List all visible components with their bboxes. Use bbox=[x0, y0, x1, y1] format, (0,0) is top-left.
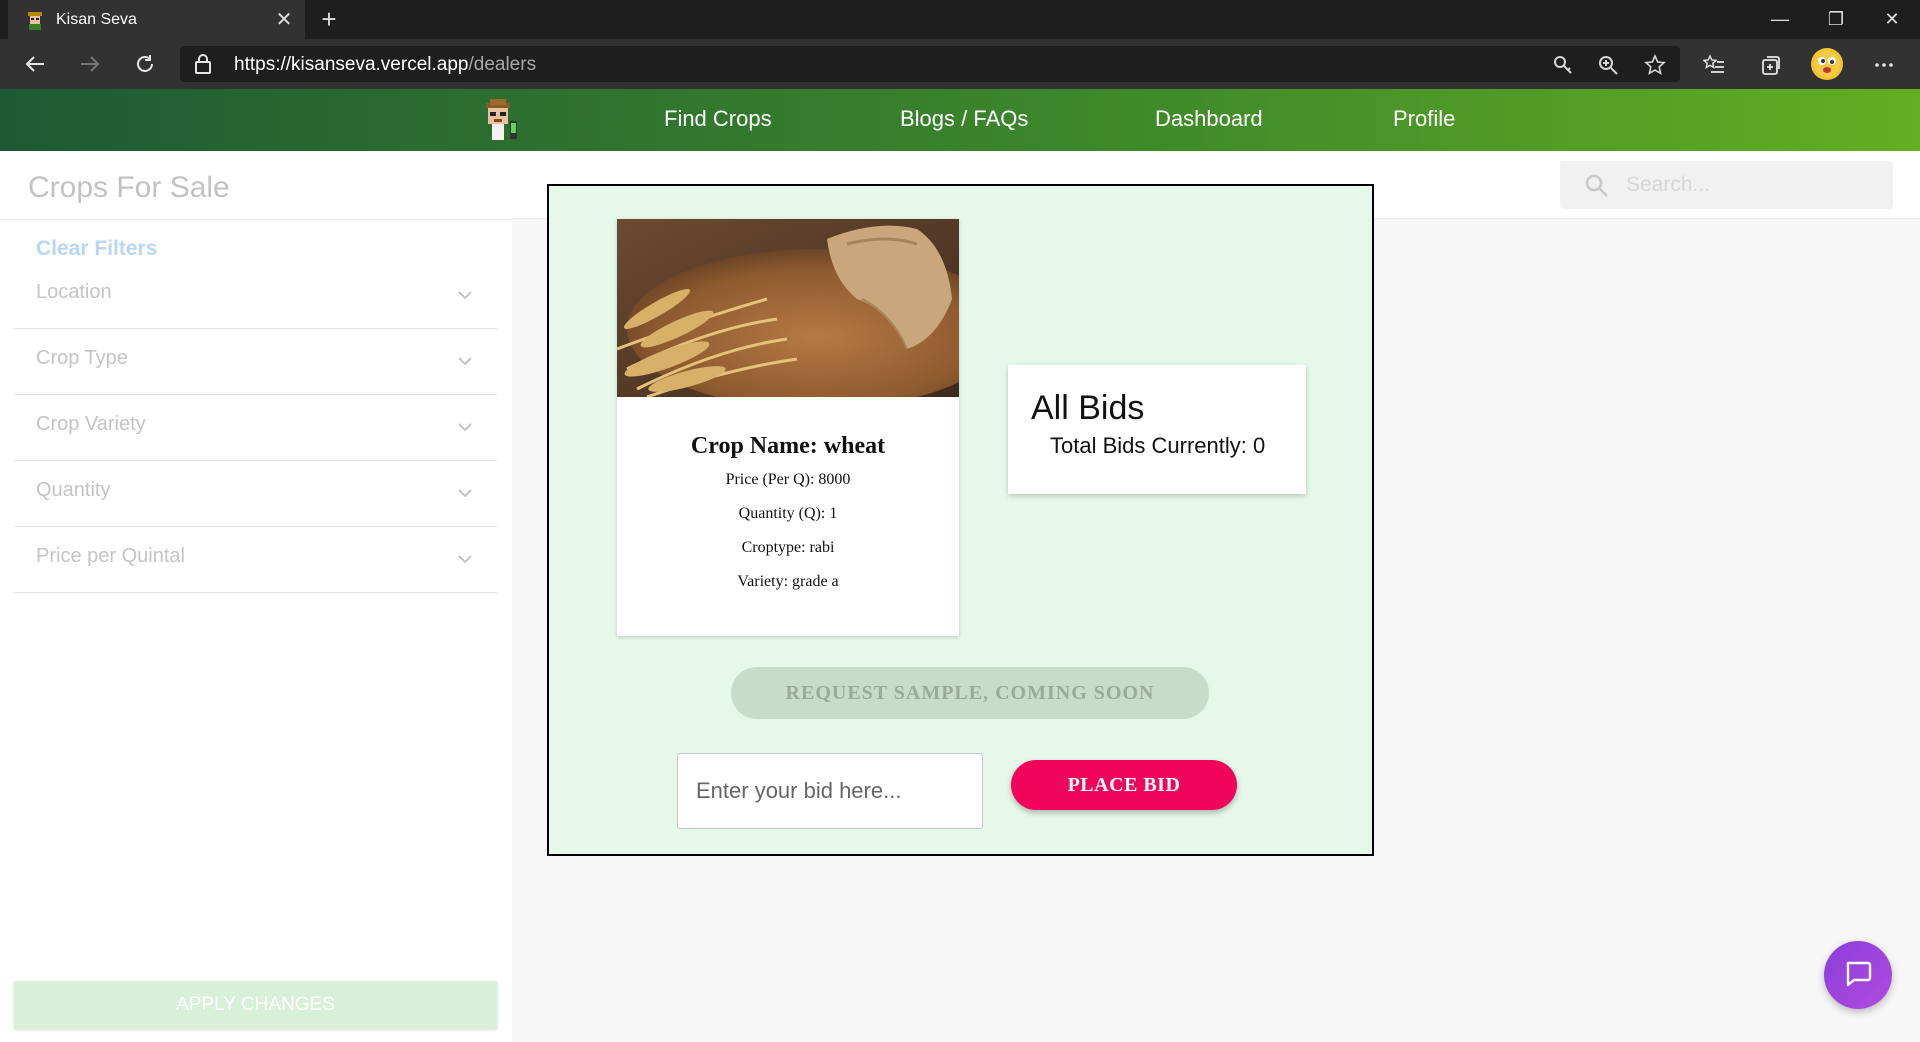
restore-button[interactable]: ❐ bbox=[1808, 0, 1864, 39]
favorites-list-icon[interactable] bbox=[1698, 49, 1730, 81]
browser-tab[interactable]: Kisan Seva ✕ bbox=[8, 0, 305, 39]
title-divider bbox=[0, 219, 512, 220]
chat-bubble-icon bbox=[1843, 958, 1873, 993]
filter-label: Crop Type bbox=[36, 347, 128, 369]
filter-label: Quantity bbox=[36, 479, 111, 501]
search-icon bbox=[1584, 173, 1610, 199]
search-input[interactable] bbox=[1626, 171, 1876, 199]
request-sample-button[interactable]: REQUEST SAMPLE, COMING SOON bbox=[731, 667, 1209, 719]
url-host: https://kisanseva.vercel.app bbox=[234, 54, 469, 75]
filter-location[interactable]: Location bbox=[14, 263, 497, 329]
back-arrow-icon[interactable] bbox=[18, 47, 52, 81]
key-icon[interactable] bbox=[1549, 51, 1577, 79]
farmer-favicon-icon bbox=[24, 9, 46, 31]
nav-profile[interactable]: Profile bbox=[1393, 106, 1455, 132]
favorite-star-icon[interactable] bbox=[1641, 51, 1669, 79]
apply-changes-button[interactable]: APPLY CHANGES bbox=[14, 981, 497, 1029]
window-controls: — ❐ ✕ bbox=[1752, 0, 1920, 39]
filter-label: Price per Quintal bbox=[36, 545, 185, 567]
wheat-image bbox=[617, 219, 959, 397]
chevron-down-icon bbox=[457, 419, 473, 435]
crop-name: Crop Name: wheat bbox=[690, 433, 886, 459]
nav-dashboard[interactable]: Dashboard bbox=[1155, 106, 1263, 132]
farmer-logo-icon[interactable] bbox=[476, 97, 522, 143]
clear-filters-link[interactable]: Clear Filters bbox=[36, 237, 157, 261]
filter-label: Crop Variety bbox=[36, 413, 146, 435]
crop-price: Price (Per Q): 8000 bbox=[725, 471, 851, 488]
chat-button[interactable] bbox=[1824, 941, 1892, 1009]
filter-quantity[interactable]: Quantity bbox=[14, 461, 497, 527]
crop-type: Croptype: rabi bbox=[741, 539, 835, 556]
filter-label: Location bbox=[36, 281, 112, 303]
filter-price-per-quintal[interactable]: Price per Quintal bbox=[14, 527, 497, 593]
bid-input[interactable] bbox=[677, 753, 983, 829]
crop-detail-modal: Crop Name: wheat Price (Per Q): 8000 Qua… bbox=[547, 184, 1374, 856]
chevron-down-icon bbox=[457, 551, 473, 567]
search-box[interactable] bbox=[1560, 161, 1893, 209]
filter-sidebar: Crops For Sale Clear Filters Location Cr… bbox=[0, 151, 512, 1042]
close-tab-icon[interactable]: ✕ bbox=[269, 5, 299, 35]
nav-blogs-faqs[interactable]: Blogs / FAQs bbox=[900, 106, 1028, 132]
more-menu-icon[interactable] bbox=[1868, 49, 1900, 81]
browser-tab-bar: Kisan Seva ✕ + — ❐ ✕ bbox=[0, 0, 1920, 39]
crop-quantity: Quantity (Q): 1 bbox=[738, 505, 838, 522]
collections-icon[interactable] bbox=[1755, 49, 1787, 81]
refresh-icon[interactable] bbox=[128, 47, 162, 81]
page-title: Crops For Sale bbox=[28, 171, 230, 204]
lock-icon[interactable] bbox=[194, 53, 214, 75]
chevron-down-icon bbox=[457, 287, 473, 303]
minimize-button[interactable]: — bbox=[1752, 0, 1808, 39]
zoom-icon[interactable] bbox=[1594, 51, 1622, 79]
address-bar[interactable]: https://kisanseva.vercel.app/dealers bbox=[180, 46, 1680, 82]
crop-card: Crop Name: wheat Price (Per Q): 8000 Qua… bbox=[617, 219, 959, 636]
chevron-down-icon bbox=[457, 353, 473, 369]
new-tab-button[interactable]: + bbox=[314, 4, 344, 34]
place-bid-button[interactable]: PLACE BID bbox=[1011, 760, 1237, 810]
site-navbar: Find Crops Blogs / FAQs Dashboard Profil… bbox=[0, 89, 1920, 151]
bids-title: All Bids bbox=[1031, 389, 1145, 427]
tab-title: Kisan Seva bbox=[56, 10, 137, 28]
chevron-down-icon bbox=[457, 485, 473, 501]
nav-find-crops[interactable]: Find Crops bbox=[664, 106, 772, 132]
crop-variety: Variety: grade a bbox=[737, 573, 839, 590]
bids-total: Total Bids Currently: 0 bbox=[1050, 433, 1266, 458]
filter-crop-type[interactable]: Crop Type bbox=[14, 329, 497, 395]
profile-avatar[interactable] bbox=[1811, 48, 1843, 80]
filter-crop-variety[interactable]: Crop Variety bbox=[14, 395, 497, 461]
all-bids-card: All Bids Total Bids Currently: 0 bbox=[1008, 365, 1306, 494]
close-window-button[interactable]: ✕ bbox=[1864, 0, 1920, 39]
browser-toolbar: https://kisanseva.vercel.app/dealers bbox=[0, 39, 1920, 89]
forward-arrow-icon[interactable] bbox=[73, 47, 107, 81]
url-path: /dealers bbox=[468, 54, 537, 75]
url-text: https://kisanseva.vercel.app/dealers bbox=[234, 54, 536, 76]
